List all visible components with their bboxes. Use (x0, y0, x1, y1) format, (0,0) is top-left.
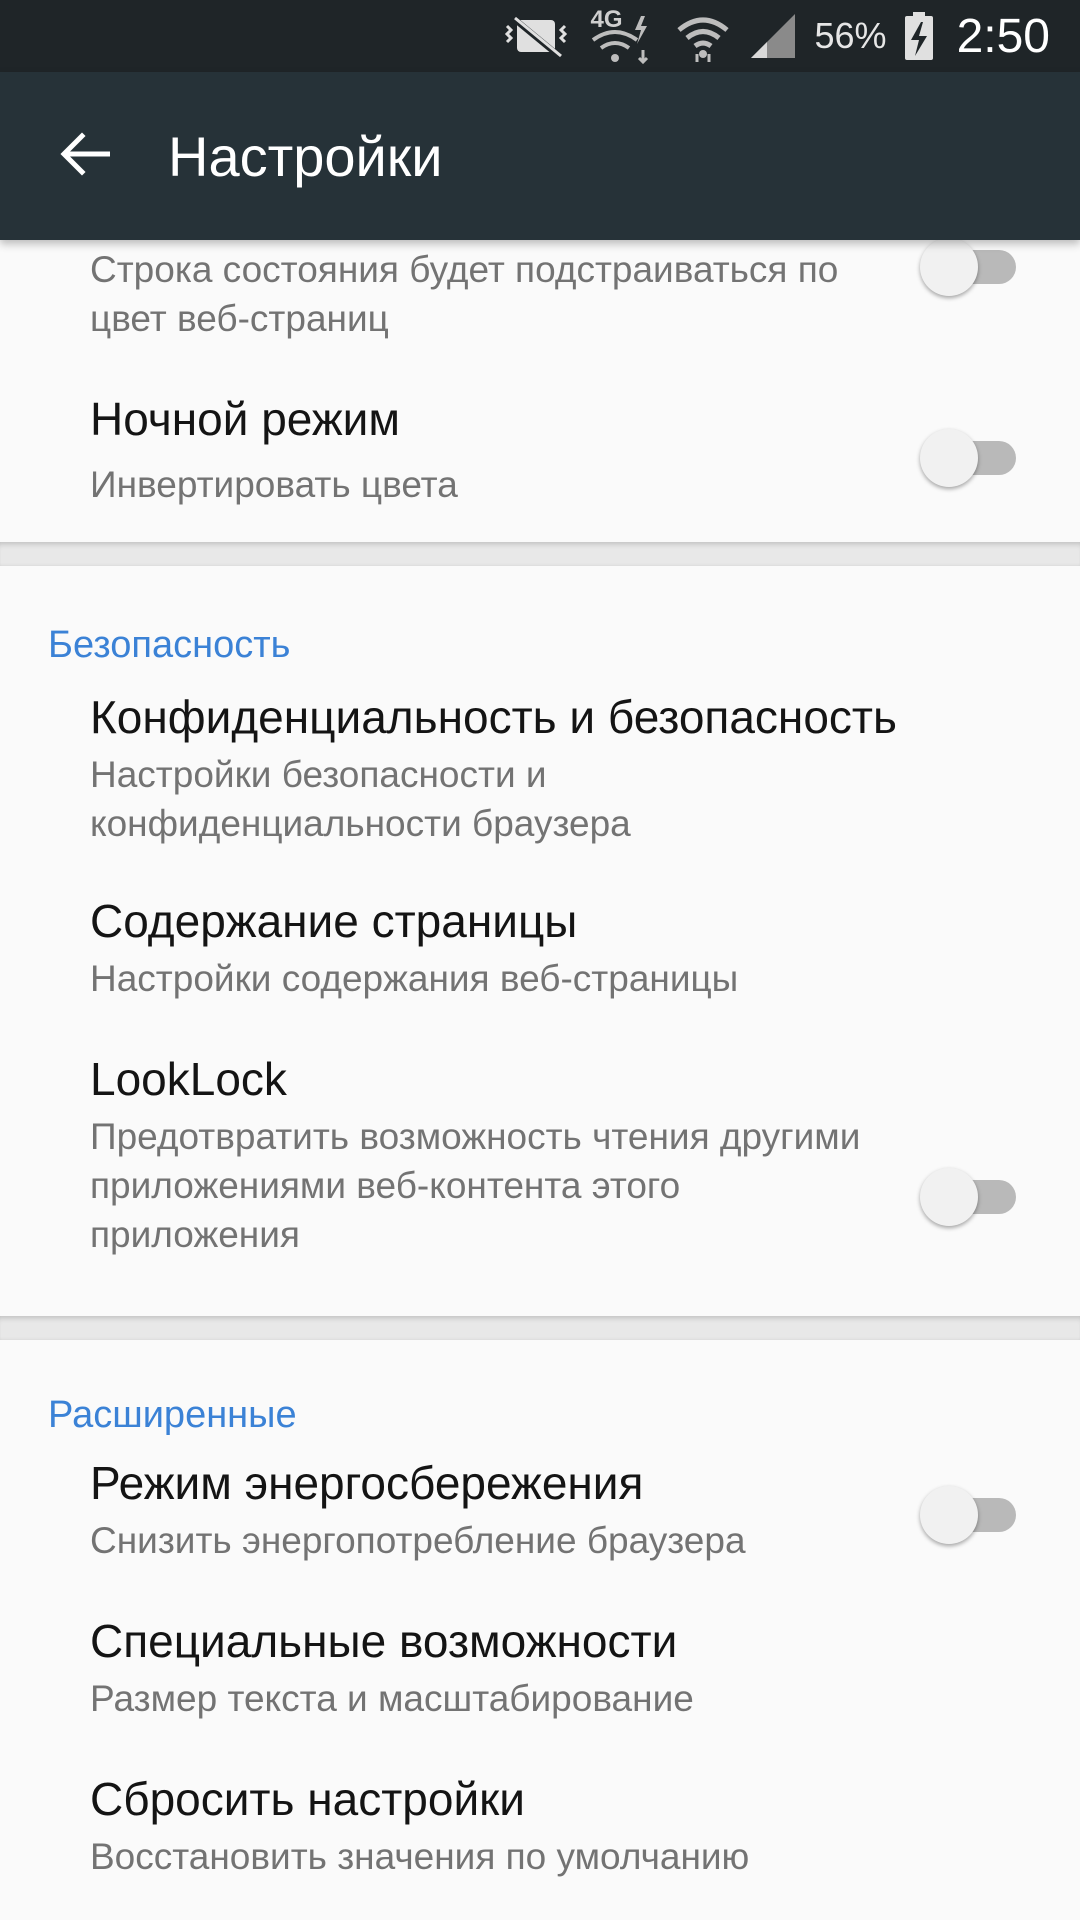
switch-thumb (920, 429, 978, 487)
pref-title: Содержание страницы (90, 895, 578, 947)
night-mode-switch[interactable] (920, 427, 1016, 487)
pref-title: Ночной режим (90, 393, 400, 445)
switch-thumb (920, 1486, 978, 1544)
pref-title: Режим энергосбережения (90, 1457, 644, 1509)
switch-thumb (920, 1168, 978, 1226)
battery-percent: 56% (814, 15, 887, 56)
pref-title: Специальные возможности (90, 1615, 678, 1667)
status-bar: 4G 56% 2:50 (0, 0, 1080, 72)
app-bar: Настройки (0, 72, 1080, 240)
looklock-switch[interactable] (920, 1166, 1016, 1226)
settings-list[interactable]: Строка состояния будет подстраиваться по… (0, 240, 1080, 1920)
security-section-header: Безопасность (48, 624, 291, 666)
section-divider (0, 542, 1080, 566)
switch-thumb (920, 240, 978, 296)
page-title: Настройки (168, 125, 443, 188)
pref-summary: Восстановить значения по умолчанию (90, 1836, 750, 1877)
power-saving-pref[interactable]: Режим энергосбережения Снизить энергопот… (0, 1448, 1080, 1598)
pref-summary: Размер текста и масштабирование (90, 1678, 694, 1719)
signal-icon (749, 12, 797, 60)
pref-summary: Строка состояния будет подстраиваться по… (90, 249, 839, 339)
wifi-icon (675, 8, 731, 64)
pref-summary: Предотвратить возможность чтения другими… (90, 1116, 861, 1255)
pref-title: LookLock (90, 1053, 287, 1105)
vibrate-mute-icon (503, 14, 569, 58)
pref-title: Конфиденциальность и безопасность (90, 691, 897, 743)
statusbar-color-pref[interactable]: Строка состояния будет подстраиваться по… (0, 240, 1080, 360)
status-icons: 4G 56% 2:50 (503, 0, 1050, 72)
arrow-back-icon (60, 131, 111, 181)
pref-summary: Настройки содержания веб-страницы (90, 958, 739, 999)
battery-charging-icon (904, 12, 933, 60)
pref-summary: Инвертировать цвета (90, 464, 458, 505)
night-mode-pref[interactable]: Ночной режим Инвертировать цвета (0, 380, 1080, 530)
pref-summary: Настройки безопасности и конфиденциально… (90, 754, 631, 844)
security-card: Безопасность Конфиденциальность и безопа… (0, 566, 1080, 1316)
statusbar-color-switch[interactable] (920, 240, 1016, 296)
appearance-card: Строка состояния будет подстраиваться по… (0, 240, 1080, 542)
back-button[interactable] (40, 116, 130, 196)
accessibility-pref[interactable]: Специальные возможности Размер текста и … (0, 1606, 1080, 1756)
mobile-data-icon: 4G (587, 6, 657, 66)
clock: 2:50 (956, 9, 1050, 63)
page-content-pref[interactable]: Содержание страницы Настройки содержания… (0, 886, 1080, 1026)
privacy-security-pref[interactable]: Конфиденциальность и безопасность Настро… (0, 682, 1080, 862)
pref-title: Сбросить настройки (90, 1773, 525, 1825)
looklock-pref[interactable]: LookLock Предотвратить возможность чтени… (0, 1044, 1080, 1274)
section-divider (0, 1316, 1080, 1340)
power-saving-switch[interactable] (920, 1484, 1016, 1544)
pref-summary: Снизить энергопотребление браузера (90, 1520, 746, 1561)
reset-settings-pref[interactable]: Сбросить настройки Восстановить значения… (0, 1764, 1080, 1914)
advanced-card: Расширенные Режим энергосбережения Снизи… (0, 1340, 1080, 1920)
advanced-section-header: Расширенные (48, 1394, 297, 1436)
